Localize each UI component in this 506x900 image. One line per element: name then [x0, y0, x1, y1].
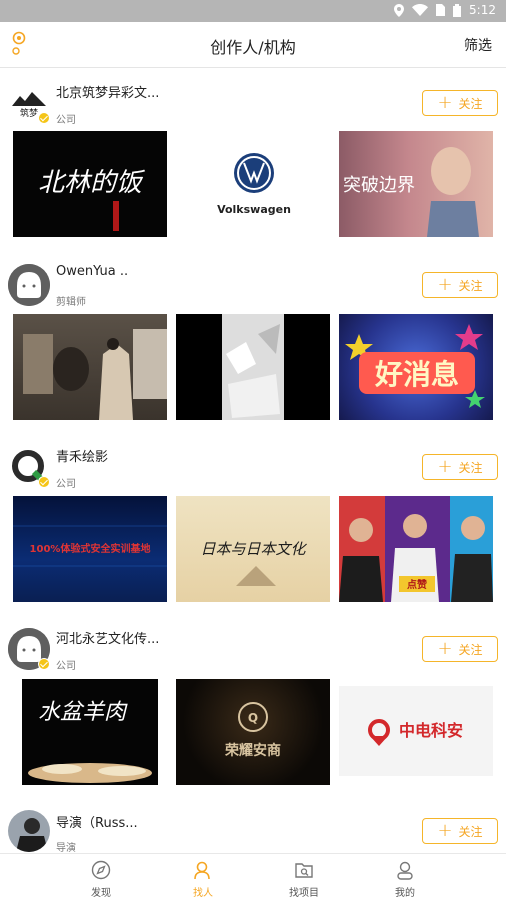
tab-label: 找人 — [193, 888, 213, 899]
svg-text:100%体验式安全实训基地: 100%体验式安全实训基地 — [30, 542, 151, 555]
sim-icon — [436, 4, 446, 16]
plus-icon: + — [437, 92, 453, 113]
video-thumbnail[interactable]: 100%体验式安全实训基地 — [13, 496, 167, 602]
video-thumbnail[interactable] — [176, 314, 330, 420]
svg-text:好消息: 好消息 — [374, 358, 459, 391]
battery-icon — [453, 3, 462, 17]
video-thumbnail[interactable]: 好消息 — [339, 314, 493, 420]
creator-role: 剪辑师 — [56, 297, 86, 308]
page-title: 创作人/机构 — [210, 38, 296, 57]
tab-label: 发现 — [91, 888, 111, 899]
creator-name[interactable]: 青禾绘影 — [56, 446, 108, 465]
avatar[interactable] — [8, 264, 50, 306]
video-thumbnail[interactable]: 水盆羊肉 — [22, 679, 158, 785]
verified-badge-icon — [38, 112, 50, 124]
creator-card: OwenYua .. 剪辑师 + 关注 好消息 — [0, 250, 506, 432]
video-thumbnail[interactable]: 点赞 — [339, 496, 493, 602]
tab-find-project[interactable]: 找项目 — [254, 854, 354, 900]
creator-role: 公司 — [56, 479, 76, 490]
app-header: 创作人/机构 筛选 — [0, 22, 506, 68]
video-thumbnail[interactable]: 突破边界 — [339, 131, 493, 237]
video-thumbnail[interactable]: 日本与日本文化 — [176, 496, 330, 602]
creator-card: 河北永艺文化传... 公司 + 关注 水盆羊肉 Q 荣耀安商 中电科安 — [0, 614, 506, 796]
creator-name[interactable]: 河北永艺文化传... — [56, 628, 159, 647]
tab-label: 找项目 — [289, 888, 319, 899]
svg-text:点赞: 点赞 — [407, 578, 427, 591]
status-bar: 5:12 — [0, 0, 506, 22]
follow-label: 关注 — [458, 96, 483, 111]
tab-profile[interactable]: 我的 — [355, 854, 455, 900]
svg-text:Q: Q — [248, 711, 258, 725]
bottom-tab-bar: 发现 找人 找项目 我的 — [0, 853, 506, 900]
follow-label: 关注 — [458, 642, 483, 657]
creator-role: 导演 — [56, 843, 76, 854]
discover-icon — [91, 860, 111, 880]
follow-button[interactable]: + 关注 — [422, 272, 498, 298]
video-thumbnail[interactable]: Q 荣耀安商 — [176, 679, 330, 785]
creator-name[interactable]: 导演（Russ... — [56, 812, 138, 831]
verified-badge-icon — [38, 476, 50, 488]
tab-find-people[interactable]: 找人 — [153, 854, 253, 900]
follow-label: 关注 — [458, 278, 483, 293]
follow-button[interactable]: + 关注 — [422, 818, 498, 844]
svg-text:北林的饭: 北林的饭 — [38, 168, 146, 198]
follow-label: 关注 — [458, 460, 483, 475]
follow-button[interactable]: + 关注 — [422, 454, 498, 480]
creator-name[interactable]: OwenYua .. — [56, 264, 128, 279]
director-photo — [8, 810, 50, 852]
tab-label: 我的 — [395, 888, 415, 899]
svg-text:筑梦: 筑梦 — [20, 107, 38, 119]
video-thumbnail[interactable] — [13, 314, 167, 420]
svg-text:日本与日本文化: 日本与日本文化 — [200, 540, 307, 558]
svg-text:突破边界: 突破边界 — [343, 175, 415, 196]
svg-text:Volkswagen: Volkswagen — [217, 203, 291, 216]
creator-card: 青禾绘影 公司 + 关注 100%体验式安全实训基地 日本与日本文化 点赞 — [0, 432, 506, 614]
verified-badge-icon — [38, 658, 50, 670]
tab-discover[interactable]: 发现 — [51, 854, 151, 900]
video-thumbnail[interactable]: Volkswagen — [176, 131, 330, 237]
creator-role: 公司 — [56, 661, 76, 672]
follow-button[interactable]: + 关注 — [422, 90, 498, 116]
svg-text:荣耀安商: 荣耀安商 — [224, 742, 281, 759]
profile-icon — [397, 861, 413, 880]
creator-name[interactable]: 北京筑梦异彩文... — [56, 82, 159, 101]
follow-label: 关注 — [458, 824, 483, 839]
video-thumbnail[interactable]: 中电科安 — [339, 686, 493, 776]
find-people-icon — [194, 861, 210, 880]
location-icon — [394, 3, 405, 17]
plus-icon: + — [437, 638, 453, 659]
plus-icon: + — [437, 820, 453, 841]
wifi-icon — [412, 4, 429, 16]
filter-button[interactable]: 筛选 — [464, 35, 492, 55]
default-avatar-icon — [8, 264, 50, 306]
svg-text:水盆羊肉: 水盆羊肉 — [38, 700, 128, 725]
video-thumbnail[interactable]: 北林的饭 — [13, 131, 167, 237]
creator-role: 公司 — [56, 115, 76, 126]
svg-text:中电科安: 中电科安 — [399, 721, 463, 740]
status-time: 5:12 — [469, 3, 496, 17]
follow-button[interactable]: + 关注 — [422, 636, 498, 662]
creator-card: 导演（Russ... 导演 + 关注 — [0, 796, 506, 854]
plus-icon: + — [437, 274, 453, 295]
creator-card: 筑梦 北京筑梦异彩文... 公司 + 关注 北林的饭 Volkswagen 突破边… — [0, 68, 506, 250]
avatar[interactable] — [8, 810, 50, 852]
plus-icon: + — [437, 456, 453, 477]
find-project-icon — [295, 863, 313, 878]
